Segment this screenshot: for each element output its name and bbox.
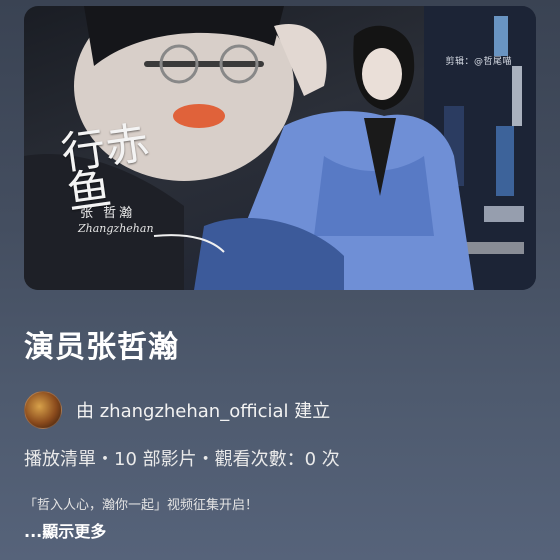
show-more-link[interactable]: ...顯示更多 [24,520,106,544]
creator-row[interactable]: 由 zhangzhehan_official 建立 [24,391,330,429]
cover-name: 张 哲瀚 [80,206,136,221]
playlist-title: 演员张哲瀚 [24,330,179,365]
cover-credit: 剪辑：@哲尾喵 [445,57,512,67]
cover-signature: Zhangzhehan [78,222,154,235]
creator-line[interactable]: 由 zhangzhehan_official 建立 [76,397,330,423]
avatar[interactable] [24,391,62,429]
playlist-stats: 播放清單・10 部影片・觀看次數：0 次 [24,449,340,470]
playlist-cover-image[interactable]: 剪辑：@哲尾喵 行赤鱼 张 哲瀚 Zhangzhehan [24,6,536,290]
playlist-description: 「哲入人心，瀚你一起」视频征集开启！ [24,498,259,513]
